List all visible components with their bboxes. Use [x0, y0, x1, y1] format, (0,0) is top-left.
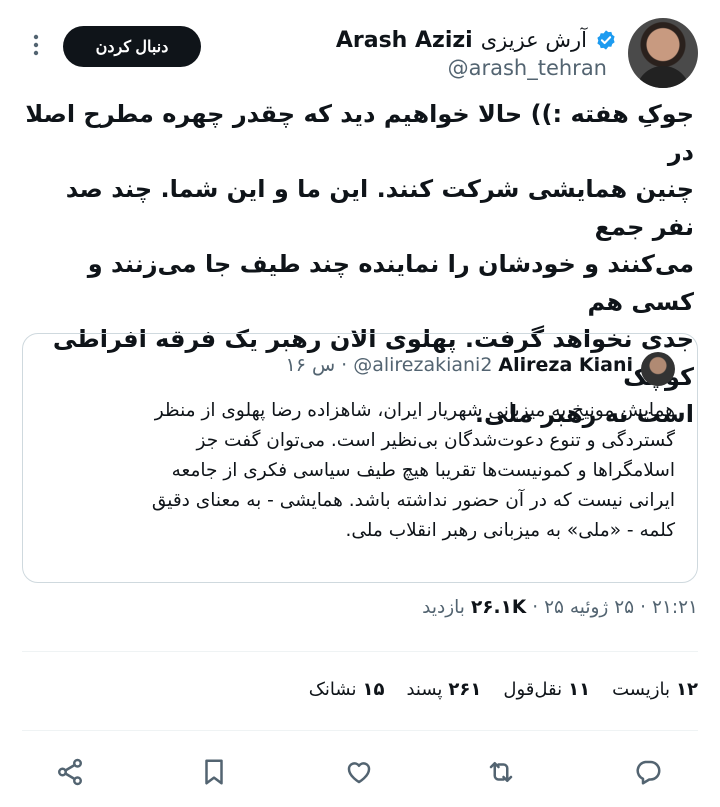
- like-button[interactable]: [339, 752, 379, 792]
- separator-dot: ·: [640, 597, 647, 618]
- stat-likes[interactable]: ۲۶۱ پسند: [406, 679, 481, 700]
- bookmark-button[interactable]: [194, 752, 234, 792]
- divider: [22, 651, 698, 652]
- author-name-latin[interactable]: Arash Azizi: [336, 28, 473, 53]
- stat-reposts[interactable]: ۱۲ بازیست: [612, 679, 698, 700]
- views-count: ۲۶.۱K: [470, 597, 527, 618]
- follow-button[interactable]: دنبال کردن: [63, 26, 201, 67]
- views-label: بازدید: [422, 597, 465, 618]
- more-options-icon[interactable]: [26, 30, 46, 60]
- stat-bookmarks[interactable]: ۱۵ نشانک: [309, 679, 385, 700]
- stat-label: پسند: [406, 679, 443, 700]
- separator-dot: ·: [532, 597, 539, 618]
- stat-number: ۱۲: [676, 679, 698, 700]
- retweet-button[interactable]: [481, 752, 521, 792]
- quoted-author-handle: @alirezakiani2: [353, 354, 493, 376]
- reply-icon: [636, 760, 661, 785]
- quoted-tweet-card[interactable]: ۱۶ س · @alirezakiani2 Alireza Kiani همای…: [22, 333, 698, 583]
- author-name-row[interactable]: Arash Azizi آرش عزیزی: [336, 24, 617, 56]
- stat-number: ۱۱: [568, 679, 591, 700]
- stat-label: بازیست: [612, 679, 671, 700]
- tweet-date[interactable]: ۲۵ ژوئیه ۲۵: [544, 597, 634, 618]
- author-name-fa[interactable]: آرش عزیزی: [481, 28, 587, 52]
- tweet-time[interactable]: ۲۱:۲۱: [652, 597, 698, 618]
- engagement-stats: ۱۲ بازیست ۱۱ نقل‌قول ۲۶۱ پسند ۱۵ نشانک: [309, 679, 698, 700]
- quoted-author-avatar[interactable]: [641, 352, 675, 386]
- quoted-tweet-time: ۱۶ س: [285, 354, 336, 376]
- tweet-meta: ۲۱:۲۱ · ۲۵ ژوئیه ۲۵ · ۲۶.۱K بازدید: [422, 597, 698, 618]
- quoted-author-name: Alireza Kiani: [498, 354, 633, 376]
- verified-badge-icon: [597, 30, 615, 50]
- stat-number: ۱۵: [362, 679, 385, 700]
- stat-number: ۲۶۱: [448, 679, 482, 700]
- stat-label: نشانک: [308, 679, 357, 700]
- author-handle[interactable]: @arash_tehran: [448, 56, 607, 80]
- stat-label: نقل‌قول: [503, 679, 563, 700]
- quoted-tweet-text: همایش مونیخ به میزبانی شهریار ایران، شاه…: [151, 400, 675, 541]
- divider: [22, 730, 698, 731]
- bookmark-icon: [205, 759, 223, 785]
- reply-button[interactable]: [628, 752, 668, 792]
- like-icon: [347, 762, 371, 784]
- share-button[interactable]: [50, 752, 90, 792]
- author-avatar[interactable]: [628, 18, 698, 88]
- separator-dot: ·: [341, 354, 348, 376]
- retweet-icon: [489, 762, 513, 782]
- stat-quotes[interactable]: ۱۱ نقل‌قول: [503, 679, 590, 700]
- share-icon: [58, 758, 82, 786]
- quoted-tweet-header: ۱۶ س · @alirezakiani2 Alireza Kiani: [285, 354, 633, 376]
